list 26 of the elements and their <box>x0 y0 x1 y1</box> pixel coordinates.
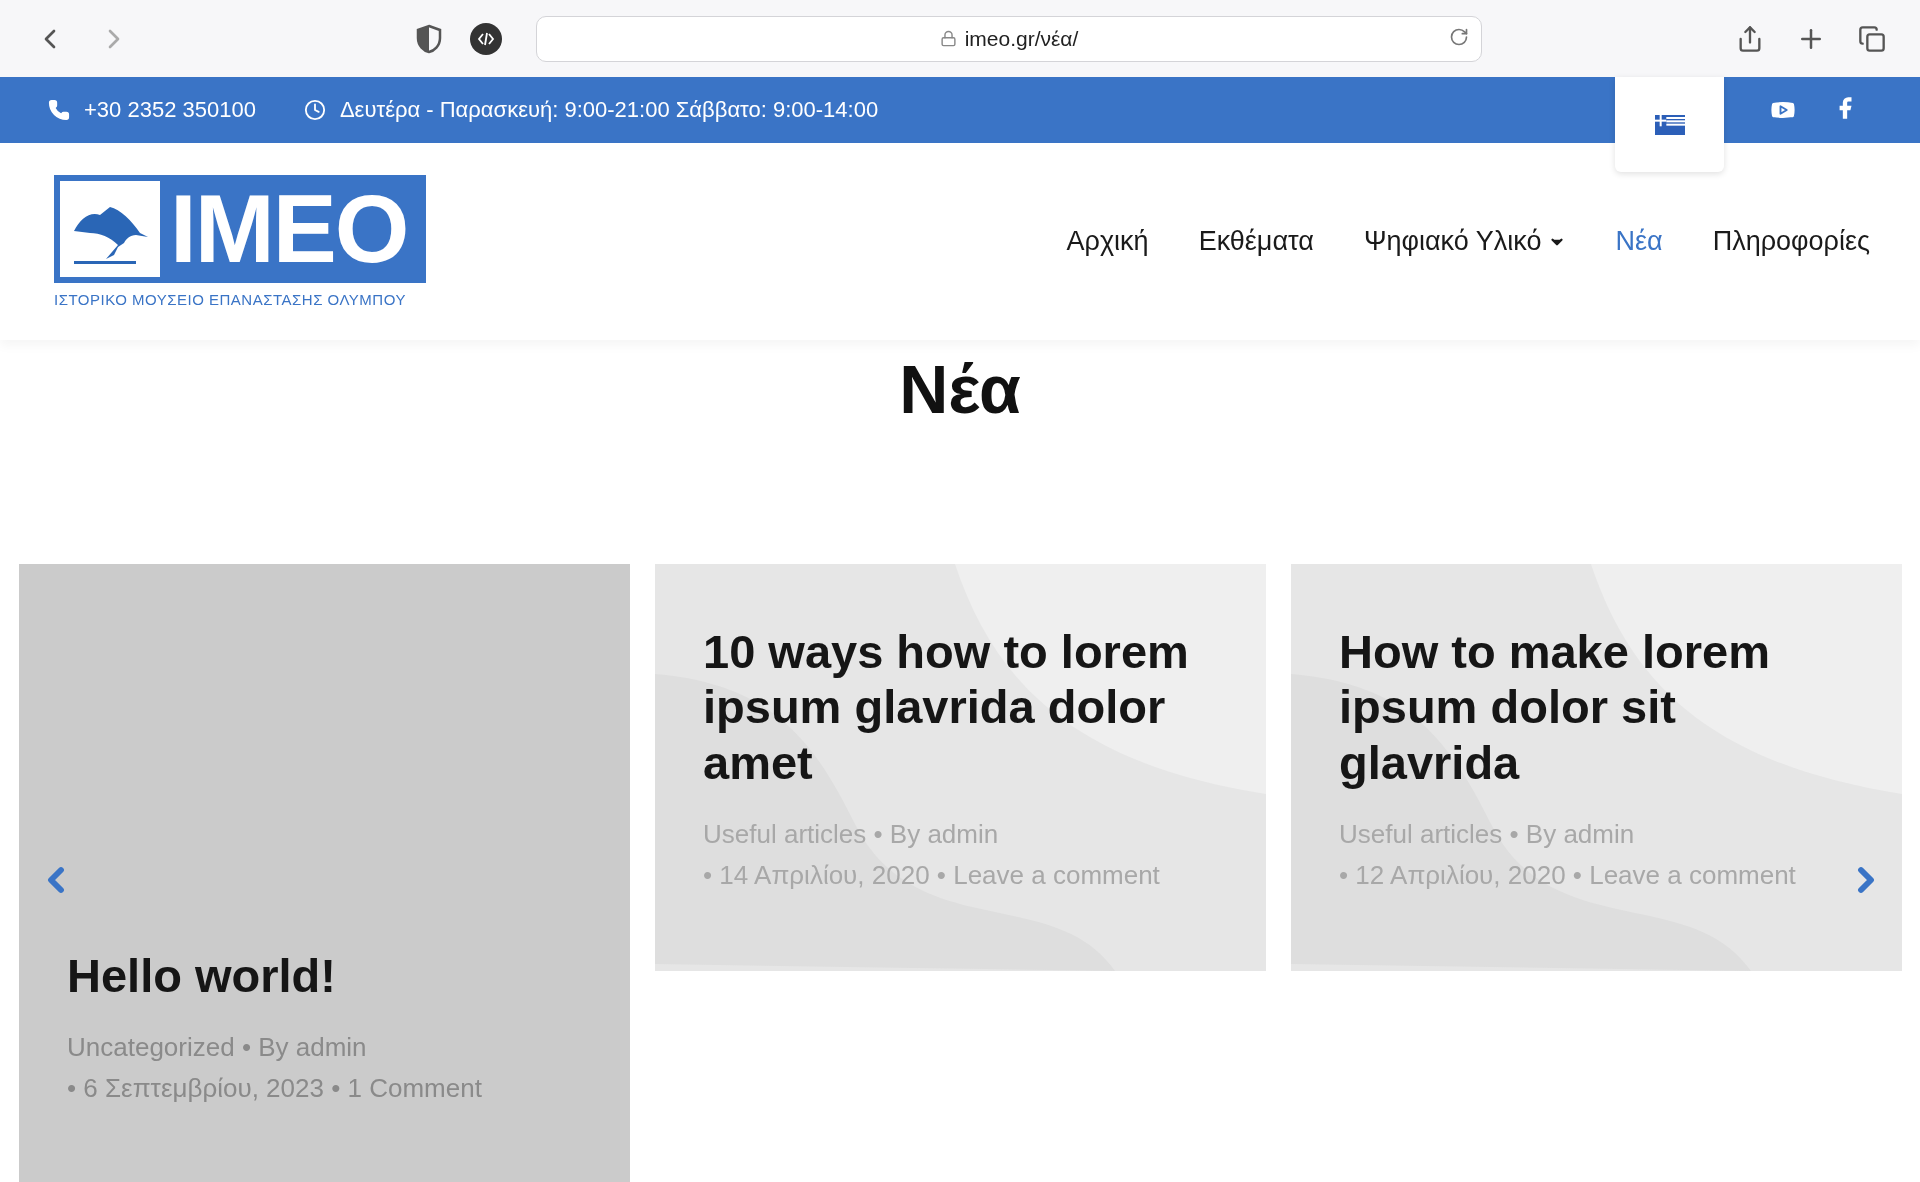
logo[interactable]: IMEO <box>54 175 426 283</box>
nav-link[interactable]: Εκθέματα <box>1198 226 1314 257</box>
lock-icon <box>939 30 957 47</box>
flag-icon <box>1654 114 1685 135</box>
post-meta: • 6 Σεπτεμβρίου, 2023 • 1 Comment <box>67 1072 483 1105</box>
opening-hours: Δευτέρα - Παρασκευή: 9:00-21:00 Σάββατο: 9:00-14:00 <box>339 97 879 123</box>
nav-link[interactable]: Νέα <box>1615 226 1663 257</box>
post-card[interactable]: Hello world! Uncategorized • By admin • 6 Σεπτεμβρίου, 2023 • 1 Comment <box>19 564 630 1182</box>
phone-icon <box>48 99 70 121</box>
clock-icon <box>303 99 326 121</box>
post-title[interactable]: How to make lorem ipsum dolor sit glavrida <box>1339 624 1862 791</box>
post-title[interactable]: 10 ways how to lorem ipsum glavrida dolor amet <box>703 624 1226 791</box>
address-bar[interactable]: imeo.gr/νέα/ <box>536 15 1482 62</box>
code-icon[interactable] <box>470 22 502 55</box>
nav-link[interactable]: Ψηφιακό Υλικό <box>1363 226 1566 257</box>
language-tab[interactable] <box>1615 77 1724 172</box>
logo-subtitle: ΙΣΤΟΡΙΚΟ ΜΟΥΣΕΙΟ ΕΠΑΝΑΣΤΑΣΗΣ ΟΛΥΜΠΟΥ <box>54 291 407 308</box>
post-meta: Uncategorized • By admin <box>67 1031 368 1064</box>
reload-icon[interactable] <box>1449 26 1469 47</box>
logo-wordmark: IMEO <box>170 181 408 277</box>
mountain-logo-icon <box>60 181 160 277</box>
nav-link[interactable]: Αρχική <box>1066 226 1149 257</box>
phone-number: +30 2352 350100 <box>84 97 256 123</box>
page-title: Νέα <box>898 350 1022 428</box>
nav-link[interactable]: Πληροφορίες <box>1712 226 1870 257</box>
post-title[interactable]: Hello world! <box>67 947 590 1003</box>
